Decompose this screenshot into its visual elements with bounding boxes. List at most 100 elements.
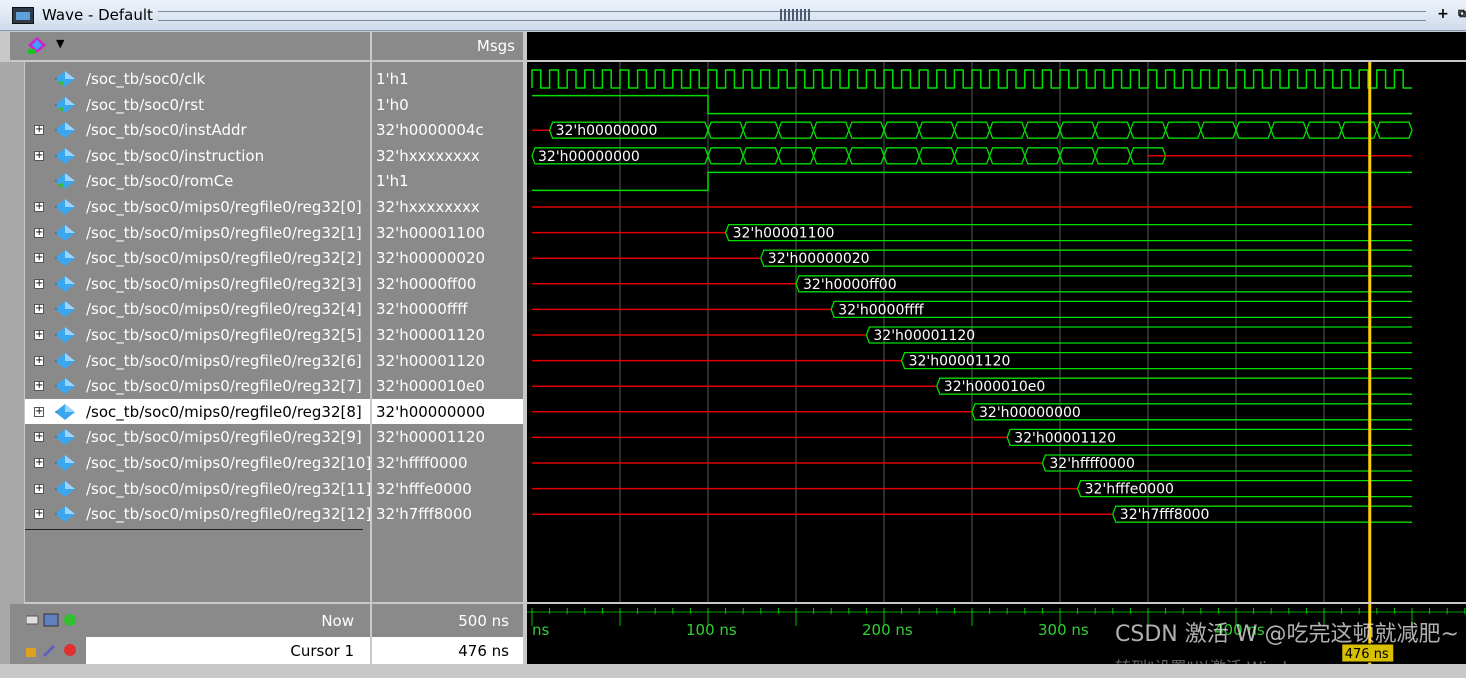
waveform-pane[interactable]: 32'h00000000 32'h00000000 32'h00001100 32'h…: [527, 22, 1466, 602]
now-value: 500 ns: [458, 612, 509, 630]
value-row[interactable]: 32'hxxxxxxxx: [372, 143, 523, 168]
signal-row[interactable]: + /soc_tb/soc0/mips0/regfile0/reg32[6]: [25, 348, 370, 373]
signal-value: 32'h00001120: [376, 326, 486, 344]
value-row[interactable]: 32'h7fff8000: [372, 501, 523, 526]
bus-segment: [883, 121, 920, 139]
signal-values-pane: 1'h1 1'h0 32'h0000004c 32'hxxxxxxxx 1'h1 32'h…: [372, 62, 523, 602]
signal-row[interactable]: + /soc_tb/soc0/mips0/regfile0/reg32[10]: [25, 450, 371, 475]
bus-value-label: 32'h00000020: [768, 251, 870, 267]
expand-icon[interactable]: +: [34, 432, 44, 443]
signal-row[interactable]: + /soc_tb/soc0/mips0/regfile0/reg32[3]: [25, 271, 370, 296]
expand-icon[interactable]: +: [34, 278, 44, 289]
bus-value-label: 32'h00001120: [1014, 430, 1116, 446]
signal-name: /soc_tb/soc0/mips0/regfile0/reg32[12]: [86, 505, 372, 524]
expand-icon[interactable]: +: [34, 202, 44, 212]
value-row[interactable]: 32'h00001120: [372, 348, 523, 373]
signal-name: /soc_tb/soc0/mips0/regfile0/reg32[8]: [86, 402, 362, 421]
signal-value: 32'hxxxxxxxx: [376, 146, 480, 165]
signal-diamond-icon: [55, 96, 75, 113]
bus-value-label: 32'h00001120: [873, 328, 975, 344]
bus-segment: [848, 121, 885, 139]
bus-segment: [1376, 121, 1413, 139]
expand-icon[interactable]: +: [34, 458, 44, 468]
signal-row[interactable]: + /soc_tb/soc0/mips0/regfile0/reg32[5]: [25, 322, 370, 347]
expand-icon[interactable]: +: [34, 381, 44, 392]
expand-icon[interactable]: +: [34, 406, 44, 417]
value-row[interactable]: 1'h0: [372, 92, 523, 117]
signal-row[interactable]: /soc_tb/soc0/clk: [25, 66, 370, 91]
expand-icon[interactable]: +: [34, 125, 44, 136]
expand-icon[interactable]: +: [34, 304, 44, 315]
expand-icon[interactable]: +: [34, 509, 44, 520]
signal-value: 32'hffff0000: [376, 454, 468, 472]
expand-icon[interactable]: +: [34, 330, 44, 340]
signal-row[interactable]: + /soc_tb/soc0/mips0/regfile0/reg32[9]: [25, 424, 370, 449]
signal-name: /soc_tb/soc0/clk: [86, 70, 206, 88]
value-row[interactable]: 32'hfffe0000: [372, 476, 523, 501]
signal-row[interactable]: + /soc_tb/soc0/mips0/regfile0/reg32[8]: [25, 398, 370, 424]
value-row[interactable]: 32'h00000020: [372, 245, 523, 270]
signal-diamond-icon: [55, 275, 75, 292]
signal-value: 32'h00001120: [376, 351, 486, 370]
expand-icon[interactable]: +: [34, 253, 44, 264]
cursor-value-row[interactable]: 476 ns: [372, 637, 523, 664]
signal-diamond-icon: [55, 480, 75, 497]
value-row[interactable]: 32'h0000ffff: [372, 296, 523, 321]
signal-value: 32'h000010e0: [376, 377, 485, 396]
signal-row[interactable]: /soc_tb/soc0/romCe: [25, 168, 370, 193]
value-row[interactable]: 32'h00001100: [372, 220, 523, 245]
now-toolbar-icons[interactable]: [26, 612, 80, 628]
signal-row[interactable]: + /soc_tb/soc0/mips0/regfile0/reg32[7]: [25, 373, 370, 398]
signal-row[interactable]: /soc_tb/soc0/rst: [25, 92, 370, 117]
signal-picker-icon[interactable]: [26, 35, 48, 55]
bus-segment: [988, 121, 1026, 139]
signal-diamond-icon: [55, 352, 75, 369]
signal-row[interactable]: + /soc_tb/soc0/mips0/regfile0/reg32[0]: [25, 194, 370, 219]
dock-button[interactable]: +: [1436, 7, 1450, 21]
bus-value-label: 32'hffff0000: [1049, 456, 1134, 472]
grip-dots-icon[interactable]: [780, 9, 812, 21]
signal-row[interactable]: + /soc_tb/soc0/mips0/regfile0/reg32[11]: [25, 476, 371, 501]
signal-row[interactable]: + /soc_tb/soc0/mips0/regfile0/reg32[4]: [25, 296, 370, 321]
signal-value: 1'h1: [376, 70, 409, 88]
signal-name: /soc_tb/soc0/mips0/regfile0/reg32[2]: [86, 249, 362, 268]
waveform-canvas[interactable]: 32'h00000000 32'h00000000 32'h00001100 32'h…: [527, 22, 1466, 602]
signal-row[interactable]: + /soc_tb/soc0/mips0/regfile0/reg32[1]: [25, 220, 370, 245]
bus-segment: [988, 147, 1026, 165]
value-row[interactable]: 1'h1: [372, 168, 523, 193]
signal-value: 32'h00000000: [376, 402, 486, 421]
signal-row[interactable]: + /soc_tb/soc0/mips0/regfile0/reg32[2]: [25, 245, 370, 270]
expand-icon[interactable]: +: [34, 483, 44, 494]
bus-segment: [1340, 121, 1378, 139]
bus-segment: [883, 147, 920, 165]
cursor-toolbar-icons[interactable]: [26, 642, 80, 658]
wave-window-icon: [12, 7, 34, 24]
value-row[interactable]: 32'h00001120: [372, 424, 523, 449]
value-row[interactable]: 1'h1: [372, 66, 523, 91]
signal-value: 32'h00000020: [376, 249, 486, 268]
signal-name: /soc_tb/soc0/mips0/regfile0/reg32[7]: [86, 377, 362, 396]
signal-name: /soc_tb/soc0/mips0/regfile0/reg32[1]: [86, 223, 362, 242]
expand-icon[interactable]: +: [34, 355, 44, 366]
signal-diamond-icon: [55, 173, 75, 190]
value-row[interactable]: 32'hffff0000: [372, 450, 523, 475]
value-row[interactable]: 32'h00001120: [372, 322, 523, 347]
ruler-label: 200 ns: [862, 621, 913, 639]
bus-segment: [707, 147, 744, 165]
signal-row[interactable]: + /soc_tb/soc0/mips0/regfile0/reg32[12]: [25, 501, 372, 526]
undock-button[interactable]: ⧉: [1455, 7, 1466, 21]
value-row[interactable]: 32'h00000000: [372, 398, 523, 424]
names-header: ▼: [10, 32, 370, 60]
value-row[interactable]: 32'hxxxxxxxx: [372, 194, 523, 219]
signal-row[interactable]: + /soc_tb/soc0/instruction: [25, 143, 370, 168]
picker-dropdown-icon[interactable]: ▼: [56, 37, 64, 50]
signal-name: /soc_tb/soc0/instruction: [86, 146, 265, 165]
value-row[interactable]: 32'h000010e0: [372, 373, 523, 398]
signal-row[interactable]: + /soc_tb/soc0/instAddr: [25, 117, 370, 142]
value-row[interactable]: 32'h0000ff00: [372, 271, 523, 296]
expand-icon[interactable]: +: [34, 227, 44, 238]
cursor-name-row[interactable]: Cursor 1: [86, 637, 370, 664]
expand-icon[interactable]: +: [34, 150, 44, 161]
value-row[interactable]: 32'h0000004c: [372, 117, 523, 142]
bus-segment: [1024, 147, 1061, 165]
